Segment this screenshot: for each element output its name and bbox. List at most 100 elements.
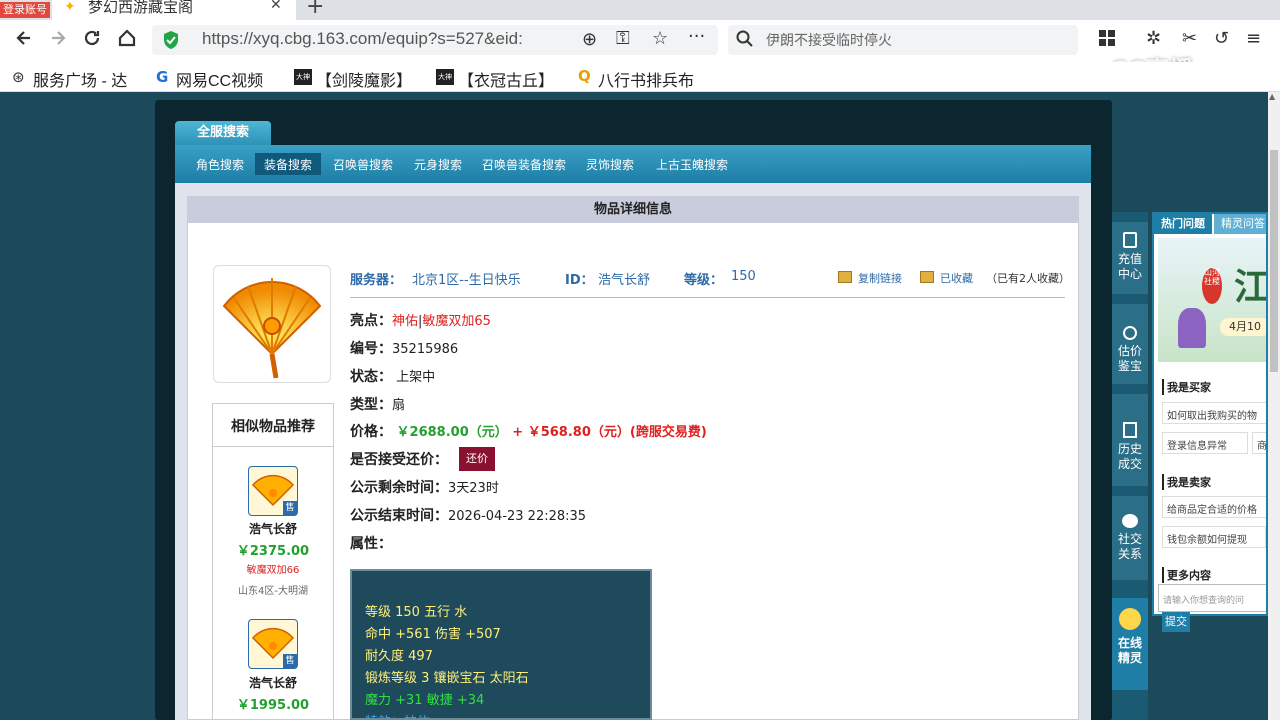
status-value: 上架中 xyxy=(396,370,436,385)
helper-tab-sprite[interactable]: 精灵问答 xyxy=(1214,214,1266,234)
similar-item-price: ￥2375.00 xyxy=(236,544,310,559)
similar-title: 相似物品推荐 xyxy=(231,419,315,435)
sidebar-recharge[interactable]: 充值中心 xyxy=(1112,222,1148,294)
search-text[interactable]: 伊朗不接受临时停火 xyxy=(766,30,892,50)
search-box[interactable]: 伊朗不接受临时停火 xyxy=(728,25,1078,55)
wallet-icon xyxy=(1123,232,1137,248)
number-value: 35215986 xyxy=(392,342,459,357)
home-icon[interactable] xyxy=(117,28,137,53)
helper-submit-button[interactable]: 提交 xyxy=(1162,612,1190,632)
star-icon[interactable]: ☆ xyxy=(652,28,668,49)
attribute-box: 等级 150 五行 水 命中 +561 伤害 +507 耐久度 497 锻炼等级… xyxy=(350,569,652,720)
login-badge[interactable]: 登录账号 xyxy=(0,2,50,18)
sidebar-sprite[interactable]: 在线精灵 xyxy=(1112,598,1148,690)
search-q-icon: Q xyxy=(578,67,591,85)
end-row: 公示结束时间：2026-04-23 22:28:35 xyxy=(350,508,587,524)
apps-grid-icon[interactable] xyxy=(1098,29,1116,52)
nav-role-search[interactable]: 角色搜索 xyxy=(196,156,244,173)
dashen-icon-2: 大神 xyxy=(436,69,454,85)
attr-line: 耐久度 497 xyxy=(365,649,433,664)
fee-value: ￥568.80（元）(跨服交易费) xyxy=(527,425,707,440)
similar-item-name[interactable]: 浩气长舒 xyxy=(213,520,333,537)
fan-icon xyxy=(222,278,322,379)
menu-icon[interactable]: ≡ xyxy=(1246,28,1261,49)
favorite-count: （已有2人收藏） xyxy=(986,272,1070,285)
top-tab-all-server[interactable]: 全服搜索 xyxy=(175,121,271,147)
attr-line: 特效：神佑 xyxy=(365,711,430,718)
nav-pet-search[interactable]: 召唤兽搜索 xyxy=(333,156,393,173)
favorited[interactable]: 已收藏 xyxy=(940,270,973,286)
bookmark-yiguan[interactable]: 【衣冠古丘】 xyxy=(458,67,554,91)
level-value: 150 xyxy=(731,269,756,284)
reload-icon[interactable] xyxy=(82,28,102,53)
item-image xyxy=(213,265,331,383)
price-value: ￥2688.00（元） xyxy=(396,425,508,440)
nav-yuanshen-search[interactable]: 元身搜索 xyxy=(414,156,462,173)
url-text[interactable]: https://xyq.cbg.163.com/equip?s=527&eid: xyxy=(202,29,523,49)
bookmark-cc-video[interactable]: 网易CC视频 xyxy=(176,67,263,91)
address-bar[interactable]: https://xyq.cbg.163.com/equip?s=527&eid:… xyxy=(152,25,718,55)
zoom-icon[interactable]: ⊕ xyxy=(582,29,597,50)
favorite-icon xyxy=(920,271,934,283)
nav-equip-search[interactable]: 装备搜索 xyxy=(264,156,312,173)
globe-icon: ⊛ xyxy=(12,68,25,86)
bargain-row: 是否接受还价： xyxy=(350,452,448,468)
more-icon[interactable]: ··· xyxy=(688,26,705,47)
more-content[interactable]: 更多内容 xyxy=(1162,567,1211,583)
cut-icon[interactable]: ✂ xyxy=(1182,28,1197,49)
key-icon[interactable]: ⚿ xyxy=(616,28,630,49)
attr-row: 属性： xyxy=(350,536,392,552)
level-label: 等级： xyxy=(684,273,724,288)
similar-panel: 相似物品推荐 售 浩气长舒 ￥2375.00 敏魔双加66 山东4区-大明湖 售… xyxy=(212,403,334,720)
sidebar-appraise[interactable]: 估价鉴宝 xyxy=(1112,304,1148,384)
price-row: 价格： ￥2688.00（元） + ￥568.80（元）(跨服交易费) xyxy=(350,424,707,440)
attr-line: 锻炼等级 3 镶嵌宝石 太阳石 xyxy=(365,671,529,686)
nav-lingshi-search[interactable]: 灵饰搜索 xyxy=(586,156,634,173)
price-plus: + xyxy=(512,425,524,440)
bookmark-service[interactable]: 服务广场 - 达 xyxy=(33,67,127,91)
buyer-question-2[interactable]: 登录信息异常 xyxy=(1162,432,1248,454)
sale-badge: 售 xyxy=(283,654,297,668)
helper-banner[interactable]: 山河社稷 江 4月10 xyxy=(1158,238,1266,362)
nav-pet-equip-search[interactable]: 召唤兽装备搜索 xyxy=(482,156,566,173)
new-tab-icon[interactable]: + xyxy=(306,0,324,19)
highlight-1: 神佑 xyxy=(392,314,419,329)
dashen-icon: 大神 xyxy=(294,69,312,85)
copy-link-icon xyxy=(838,271,852,283)
tab-close-icon[interactable]: ✕ xyxy=(270,0,282,13)
copy-link[interactable]: 复制链接 xyxy=(858,270,902,286)
bookmark-jianling[interactable]: 【剑陵魔影】 xyxy=(316,67,412,91)
forward-icon[interactable] xyxy=(48,28,68,53)
buyer-question-1[interactable]: 如何取出我购买的物 xyxy=(1162,402,1266,424)
similar-item-image[interactable]: 售 xyxy=(248,619,298,669)
extension-icon[interactable]: ✲ xyxy=(1146,28,1161,49)
page-scrollbar[interactable]: ▲ xyxy=(1268,92,1280,720)
banner-date: 4月10 xyxy=(1220,318,1266,336)
sidebar-history[interactable]: 历史成交 xyxy=(1112,394,1148,486)
helper-tab-hot[interactable]: 热门问题 xyxy=(1154,214,1212,234)
similar-item-image[interactable]: 售 xyxy=(248,466,298,516)
bargain-button[interactable]: 还价 xyxy=(459,447,495,471)
tab-favicon-icon: ✦ xyxy=(64,0,76,15)
nav-yupo-search[interactable]: 上古玉魄搜索 xyxy=(656,156,728,173)
buyer-question-3[interactable]: 商 xyxy=(1252,432,1266,454)
bookmark-bahang[interactable]: 八行书排兵布 xyxy=(598,67,694,91)
helper-input[interactable]: 请输入你想查询的问 xyxy=(1158,584,1266,612)
undo-icon[interactable]: ↺ xyxy=(1214,28,1229,49)
similar-item-name[interactable]: 浩气长舒 xyxy=(213,674,333,691)
highlight-2: 敏魔双加65 xyxy=(422,314,491,329)
browser-tab-active[interactable]: ✦ 梦幻西游藏宝阁 ✕ xyxy=(52,0,296,20)
back-icon[interactable] xyxy=(14,28,34,53)
users-icon xyxy=(1122,514,1138,528)
sale-badge: 售 xyxy=(283,501,297,515)
type-row: 类型：扇 xyxy=(350,397,406,413)
search-nav: 角色搜索 装备搜索 召唤兽搜索 元身搜索 召唤兽装备搜索 灵饰搜索 上古玉魄搜索 xyxy=(175,145,1091,183)
attr-line: 等级 150 五行 水 xyxy=(365,605,468,620)
highlight-row: 亮点：神佑|敏魔双加65 xyxy=(350,313,491,329)
seller-question-2[interactable]: 钱包余额如何提现 xyxy=(1162,526,1266,548)
seller-question-1[interactable]: 给商品定合适的价格 xyxy=(1162,496,1266,518)
seller-title: 我是卖家 xyxy=(1162,474,1211,490)
attr-line: 魔力 +31 敏捷 +34 xyxy=(365,693,485,708)
sidebar-social[interactable]: 社交关系 xyxy=(1112,496,1148,580)
sprite-avatar-icon xyxy=(1119,608,1141,630)
